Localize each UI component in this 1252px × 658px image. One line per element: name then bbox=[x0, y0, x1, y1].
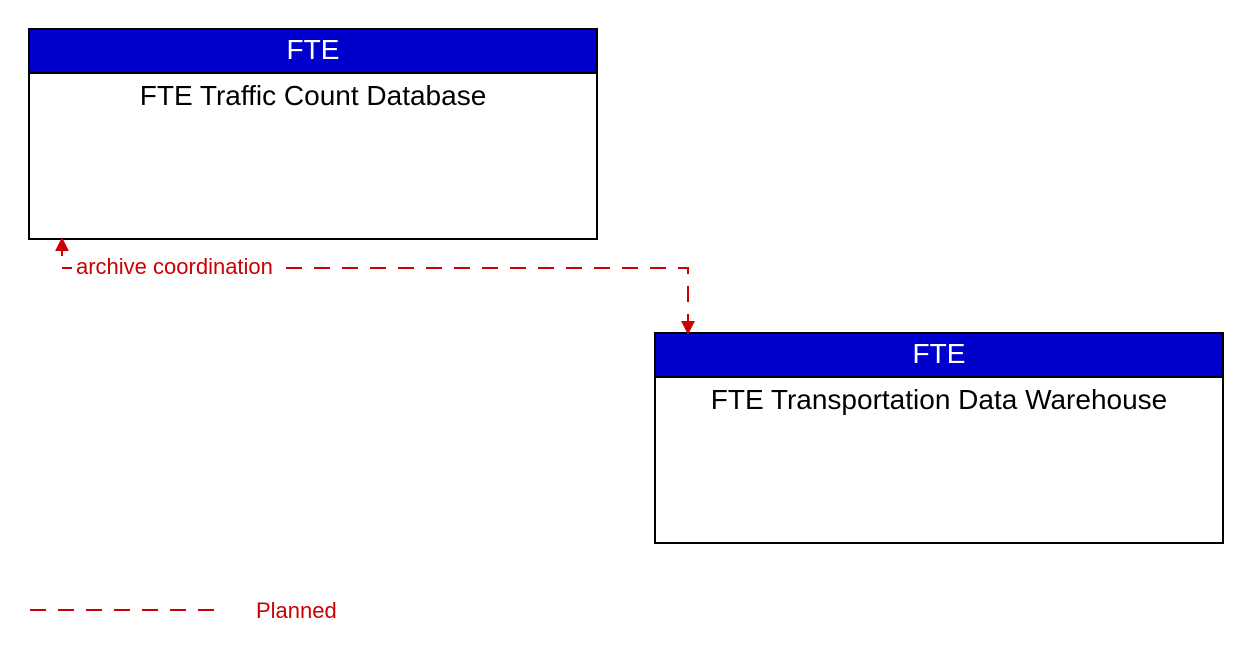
node-fte-traffic-count-database[interactable]: FTE FTE Traffic Count Database bbox=[28, 28, 598, 240]
legend-label-planned: Planned bbox=[256, 598, 337, 624]
node-header: FTE bbox=[656, 334, 1222, 378]
flow-label-archive-coordination: archive coordination bbox=[72, 254, 277, 280]
node-header: FTE bbox=[30, 30, 596, 74]
node-title: FTE Transportation Data Warehouse bbox=[656, 378, 1222, 422]
node-fte-transportation-data-warehouse[interactable]: FTE FTE Transportation Data Warehouse bbox=[654, 332, 1224, 544]
node-title: FTE Traffic Count Database bbox=[30, 74, 596, 118]
